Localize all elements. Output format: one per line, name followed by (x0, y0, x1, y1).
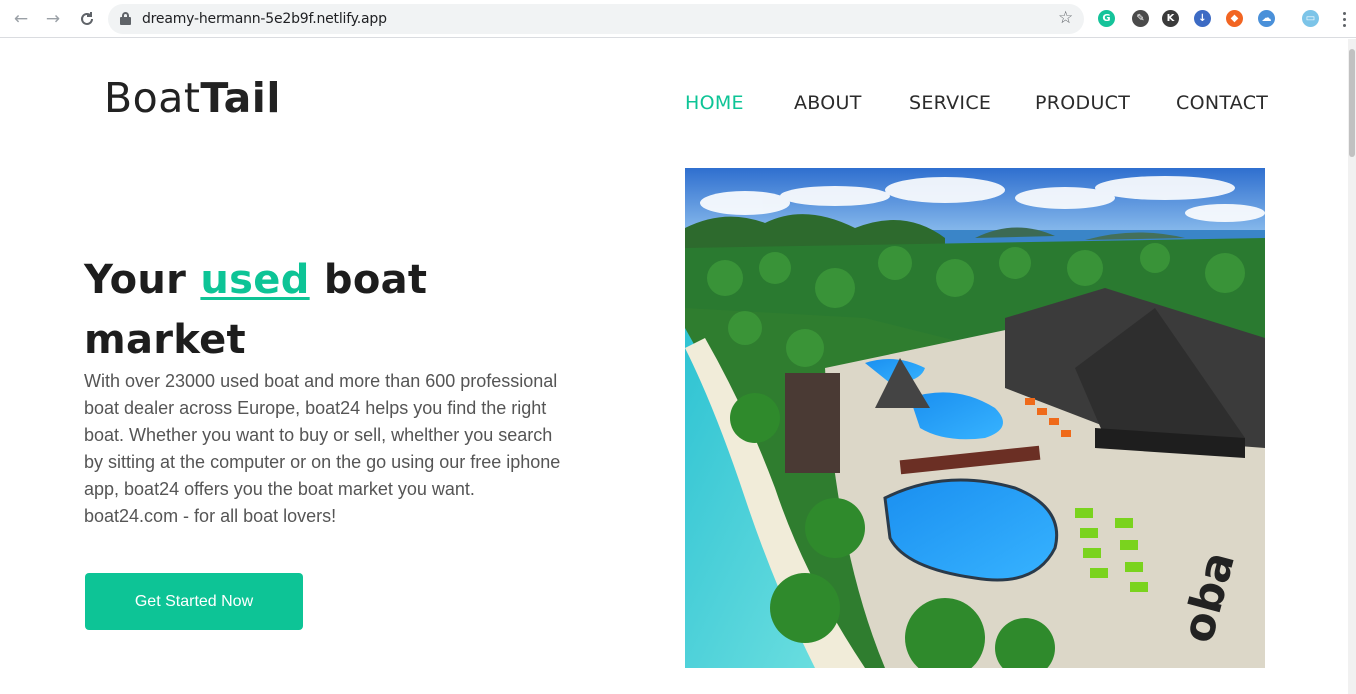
nav-home[interactable]: HOME (685, 92, 744, 114)
nav-contact[interactable]: CONTACT (1176, 92, 1268, 114)
logo-light-text: Boat (104, 74, 201, 122)
get-started-button[interactable]: Get Started Now (85, 573, 303, 630)
lock-icon (120, 12, 131, 25)
url-text[interactable]: dreamy-hermann-5e2b9f.netlify.app (142, 11, 387, 27)
address-bar[interactable]: dreamy-hermann-5e2b9f.netlify.app ☆ (108, 4, 1084, 34)
hero-title-accent: used (200, 257, 310, 303)
resort-hero-image: oba (685, 168, 1265, 668)
browser-toolbar: ← → dreamy-hermann-5e2b9f.netlify.app ☆ … (0, 0, 1356, 38)
bookmark-star-icon[interactable]: ☆ (1058, 8, 1073, 28)
reload-icon[interactable] (76, 8, 98, 30)
nav-product[interactable]: PRODUCT (1035, 92, 1130, 114)
grammarly-icon[interactable]: G (1098, 10, 1115, 27)
hero-description: With over 23000 used boat and more than … (84, 371, 561, 526)
red-extension-icon[interactable]: ◆ (1226, 10, 1243, 27)
back-arrow-icon[interactable]: ← (10, 8, 32, 30)
download-icon[interactable]: ↓ (1194, 10, 1211, 27)
hero-title-prefix: Your (84, 257, 201, 303)
cloud-extension-icon[interactable]: ☁ (1258, 10, 1275, 27)
hero-title: Your used boat market (84, 250, 504, 370)
forward-arrow-icon[interactable]: → (42, 8, 64, 30)
page-scrollbar[interactable] (1348, 39, 1356, 694)
k-extension-icon[interactable]: K (1162, 10, 1179, 27)
logo-bold-text: Tail (200, 74, 281, 122)
color-picker-icon[interactable]: ✎ (1132, 10, 1149, 27)
browser-menu-icon[interactable] (1338, 8, 1350, 30)
scroll-thumb[interactable] (1349, 49, 1355, 157)
monitor-extension-icon[interactable]: ▭ (1302, 10, 1319, 27)
site-logo[interactable]: BoatTail (104, 74, 281, 122)
nav-service[interactable]: SERVICE (909, 92, 991, 114)
nav-about[interactable]: ABOUT (794, 92, 862, 114)
